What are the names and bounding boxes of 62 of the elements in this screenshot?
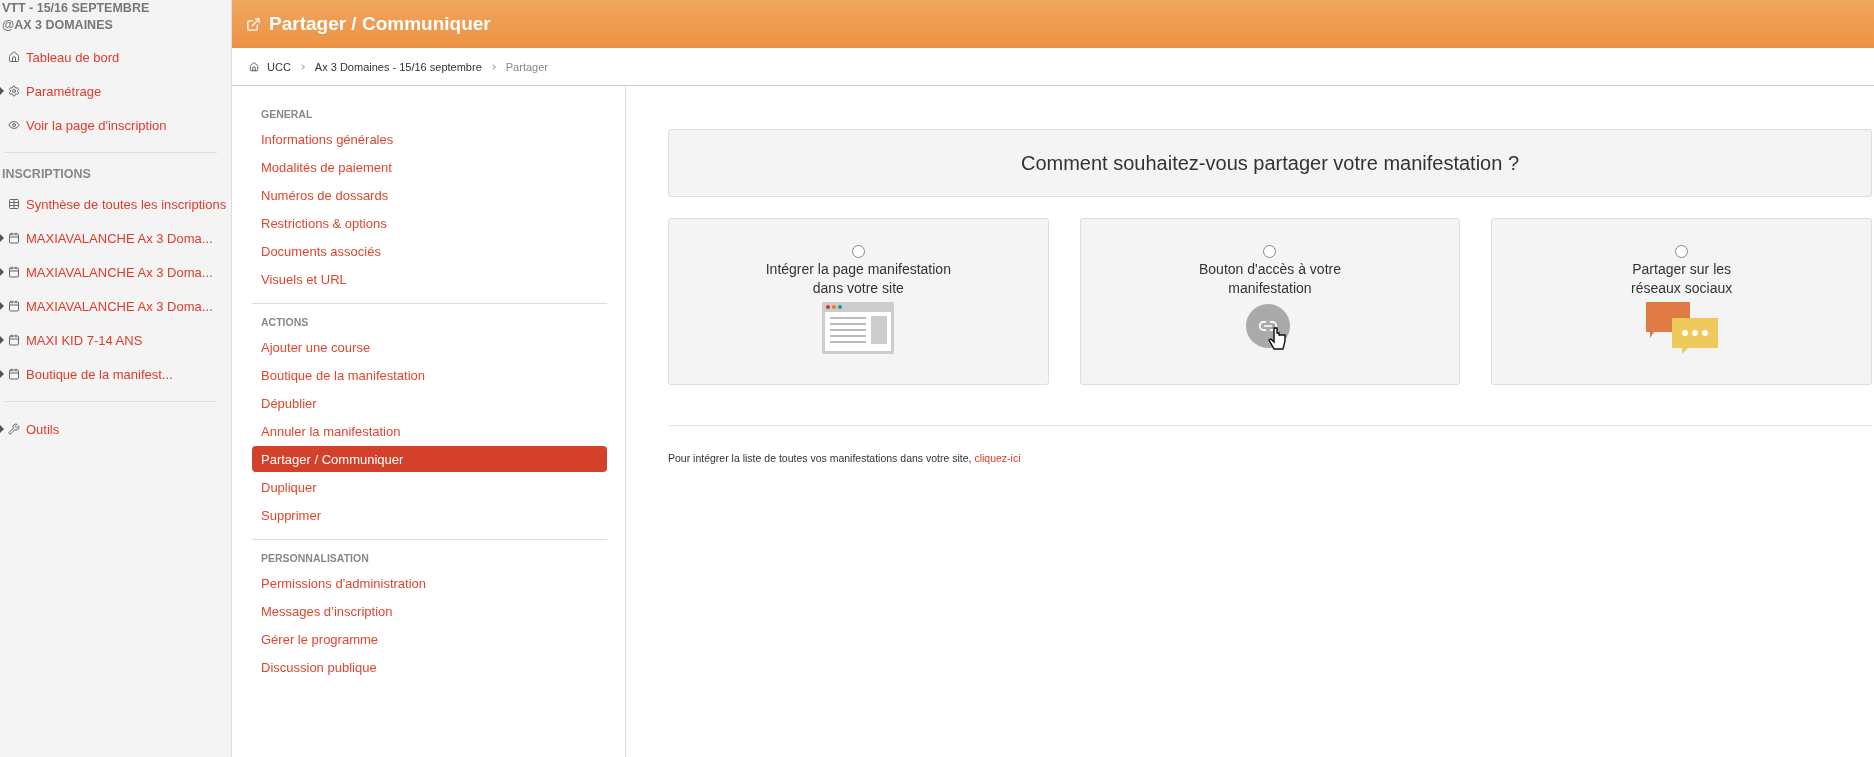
wrench-icon — [8, 423, 20, 435]
sidebar-item[interactable]: Voir la page d'inscription — [0, 108, 231, 142]
menu-item[interactable]: Modalités de paiement — [252, 154, 607, 180]
question-heading: Comment souhaitez-vous partager votre manifestation ? — [668, 129, 1872, 197]
menu-item[interactable]: Documents associés — [252, 238, 607, 264]
breadcrumb-link[interactable]: Partager — [505, 60, 548, 73]
menu-item[interactable]: Restrictions & options — [252, 210, 607, 236]
menu-item[interactable]: Supprimer — [252, 502, 607, 528]
sidebar-item[interactable]: Boutique de la manifest... — [0, 357, 231, 391]
sidebar-item[interactable]: Synthèse de toutes les inscriptions — [0, 187, 231, 221]
menu-item[interactable]: Discussion publique — [252, 654, 607, 680]
menu-item[interactable]: Partager / Communiquer — [252, 446, 607, 472]
click-here-link[interactable]: cliquez-ici — [974, 452, 1021, 464]
option-label: Partager sur les réseaux sociaux — [1631, 260, 1733, 298]
calendar-icon — [8, 266, 20, 278]
breadcrumb-link[interactable]: UCC — [267, 60, 291, 73]
sidebar-item[interactable]: Tableau de bord — [0, 40, 231, 74]
browser-window-icon — [822, 302, 895, 354]
option-label: Bouton d'accès à votre manifestation — [1199, 260, 1341, 298]
menu-item[interactable]: Annuler la manifestation — [252, 418, 607, 444]
menu-item[interactable]: Dépublier — [252, 390, 607, 416]
calendar-icon — [8, 368, 20, 380]
radio-button[interactable] — [1263, 245, 1277, 258]
radio-button[interactable] — [1675, 245, 1689, 258]
radio-button[interactable] — [851, 245, 865, 258]
sidebar-item[interactable]: MAXIAVALANCHE Ax 3 Doma... — [0, 289, 231, 323]
calendar-icon — [8, 300, 20, 312]
embed-note: Pour intégrer la liste de toutes vos manifestations dans votre site, cliquez-ici — [668, 452, 1022, 464]
menu-item[interactable]: Visuels et URL — [252, 266, 607, 292]
option-label: Intégrer la page manifestation dans votre site — [765, 260, 951, 298]
calendar-icon — [8, 232, 20, 244]
share-icon — [246, 16, 261, 32]
table-icon — [8, 198, 20, 210]
section-heading: INSCRIPTIONS — [1, 166, 92, 183]
page-title: Partager / Communiquer — [269, 13, 491, 35]
settings-icon — [8, 85, 20, 97]
home-icon — [8, 51, 20, 63]
menu-item[interactable]: Numéros de dossards — [252, 182, 607, 208]
menu-item[interactable]: Messages d’inscription — [252, 598, 607, 624]
eye-icon — [8, 119, 20, 131]
share-option-card[interactable]: Bouton d'accès à votre manifestation — [1079, 218, 1461, 385]
menu-heading: ACTIONS — [260, 315, 310, 330]
home-icon — [249, 61, 259, 72]
menu-item[interactable]: Dupliquer — [252, 474, 607, 500]
menu-item[interactable]: Ajouter une course — [252, 334, 607, 360]
menu-item[interactable]: Informations générales — [252, 126, 607, 152]
sidebar-item[interactable]: Outils — [0, 412, 231, 446]
menu-item[interactable]: Permissions d'administration — [252, 570, 607, 596]
sidebar-item[interactable]: MAXIAVALANCHE Ax 3 Doma... — [0, 255, 231, 289]
share-option-card[interactable]: Partager sur les réseaux sociaux — [1491, 218, 1872, 385]
sidebar-item[interactable]: Paramétrage — [0, 74, 231, 108]
calendar-icon — [8, 334, 20, 346]
event-title: @AX 3 DOMAINES — [1, 17, 114, 34]
menu-heading: PERSONNALISATION — [260, 551, 370, 566]
menu-item[interactable]: Boutique de la manifestation — [252, 362, 607, 388]
menu-item[interactable]: Gérer le programme — [252, 626, 607, 652]
sidebar-item[interactable]: MAXIAVALANCHE Ax 3 Doma... — [0, 221, 231, 255]
sidebar-item[interactable]: MAXI KID 7-14 ANS — [0, 323, 231, 357]
share-option-card[interactable]: Intégrer la page manifestation dans votre site — [668, 218, 1049, 385]
breadcrumb-link[interactable]: Ax 3 Domaines - 15/16 septembre — [314, 60, 482, 73]
menu-heading: GENERAL — [260, 107, 314, 122]
event-title: VTT - 15/16 SEPTEMBRE — [1, 0, 151, 17]
